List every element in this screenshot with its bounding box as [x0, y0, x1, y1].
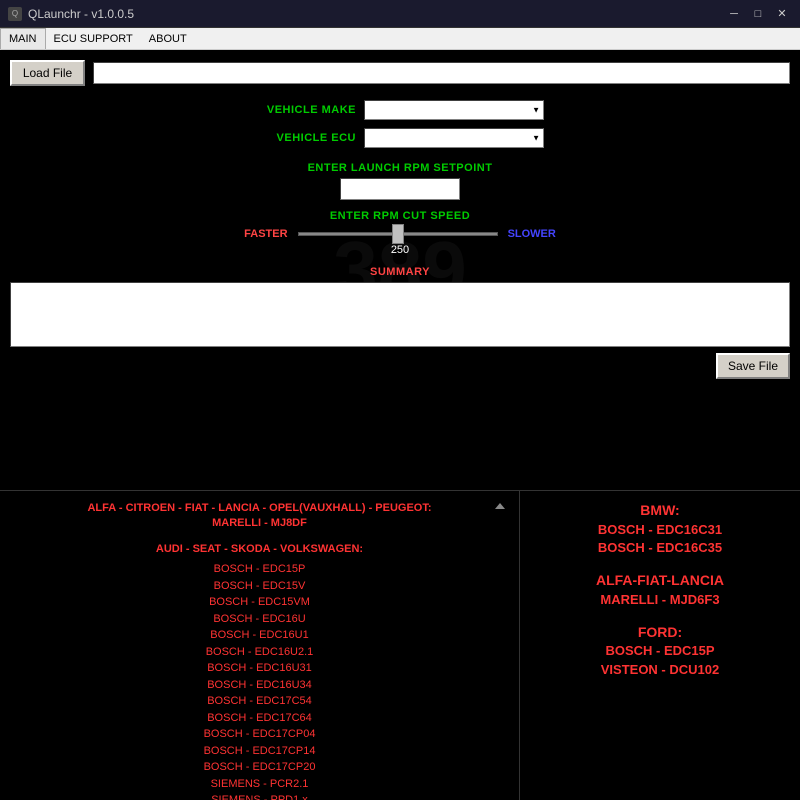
rpm-cut-speed-slider[interactable] — [298, 226, 498, 242]
list-item: SIEMENS - PCR2.1 — [8, 776, 511, 793]
menu-item-main[interactable]: MAIN — [0, 28, 46, 49]
maximize-button[interactable]: □ — [748, 6, 768, 22]
vehicle-ecu-row: VEHICLE ECU — [256, 128, 544, 148]
list-item: BOSCH - EDC17CP14 — [8, 743, 511, 760]
launch-rpm-section: ENTER LAUNCH RPM SETPOINT — [10, 162, 790, 200]
menu-item-ecu-support[interactable]: ECU SUPPORT — [46, 28, 141, 49]
load-file-button[interactable]: Load File — [10, 60, 85, 86]
top-row: Load File — [10, 60, 790, 86]
slider-slower-label: SLOWER — [508, 228, 556, 240]
minimize-button[interactable]: ─ — [724, 6, 744, 22]
ecu-right-panel: BMW: BOSCH - EDC16C31 BOSCH - EDC16C35 A… — [520, 491, 800, 800]
alfa-fiat-title: ALFA-FIAT-LANCIA — [528, 571, 792, 591]
slider-value: 250 — [391, 244, 409, 256]
list-item: BOSCH - EDC16U — [8, 611, 511, 628]
scroll-up-indicator — [495, 499, 505, 509]
title-bar-left: Q QLaunchr - v1.0.0.5 — [8, 7, 134, 21]
summary-section: SUMMARY — [10, 266, 790, 347]
ford-title: FORD: — [528, 623, 792, 643]
save-row: Save File — [10, 353, 790, 379]
list-item: BOSCH - EDC15VM — [8, 594, 511, 611]
window-controls: ─ □ ✕ — [724, 6, 792, 22]
vehicle-make-row: VEHICLE MAKE — [256, 100, 544, 120]
ford-group: FORD: BOSCH - EDC15P VISTEON - DCU102 — [528, 623, 792, 679]
ford-ecu-2: VISTEON - DCU102 — [528, 661, 792, 679]
list-item: BOSCH - EDC16U34 — [8, 677, 511, 694]
vehicle-ecu-select[interactable] — [364, 128, 544, 148]
vehicle-ecu-select-wrapper — [364, 128, 544, 148]
ford-ecu-1: BOSCH - EDC15P — [528, 642, 792, 660]
list-item: SIEMENS - PPD1.x — [8, 792, 511, 800]
alfa-fiat-group: ALFA-FIAT-LANCIA MARELLI - MJD6F3 — [528, 571, 792, 609]
bottom-panel: ALFA - CITROEN - FIAT - LANCIA - OPEL(VA… — [0, 490, 800, 800]
ecu-group-2-title: AUDI - SEAT - SKODA - VOLKSWAGEN: — [8, 542, 511, 557]
list-item: BOSCH - EDC17C54 — [8, 693, 511, 710]
vehicle-make-select-wrapper — [364, 100, 544, 120]
bmw-ecu-2: BOSCH - EDC16C35 — [528, 539, 792, 557]
rpm-cut-speed-label: ENTER RPM CUT SPEED — [330, 210, 470, 222]
slider-faster-label: FASTER — [244, 228, 287, 240]
list-item: BOSCH - EDC16U31 — [8, 660, 511, 677]
list-item: BOSCH - EDC15P — [8, 561, 511, 578]
vehicle-make-label: VEHICLE MAKE — [256, 104, 356, 116]
list-item: BOSCH - EDC16U2.1 — [8, 644, 511, 661]
rpm-cut-speed-section: ENTER RPM CUT SPEED FASTER SLOWER 250 — [10, 210, 790, 256]
bmw-ecu-1: BOSCH - EDC16C31 — [528, 521, 792, 539]
list-item: BOSCH - EDC17C64 — [8, 710, 511, 727]
app-title: QLaunchr - v1.0.0.5 — [28, 7, 134, 21]
ecu-left-panel[interactable]: ALFA - CITROEN - FIAT - LANCIA - OPEL(VA… — [0, 491, 520, 800]
close-button[interactable]: ✕ — [772, 6, 792, 22]
summary-box — [10, 282, 790, 347]
main-content: 389 Load File VEHICLE MAKE VEHICLE ECU E… — [0, 50, 800, 490]
alfa-fiat-ecu-1: MARELLI - MJD6F3 — [528, 591, 792, 609]
launch-rpm-input[interactable] — [340, 178, 460, 200]
list-item: BOSCH - EDC15V — [8, 578, 511, 595]
ecu-group-1-title: ALFA - CITROEN - FIAT - LANCIA - OPEL(VA… — [8, 501, 511, 532]
vehicle-fields: VEHICLE MAKE VEHICLE ECU — [10, 100, 790, 148]
title-bar: Q QLaunchr - v1.0.0.5 ─ □ ✕ — [0, 0, 800, 28]
slider-row: FASTER SLOWER — [244, 226, 556, 242]
vehicle-make-select[interactable] — [364, 100, 544, 120]
launch-rpm-label: ENTER LAUNCH RPM SETPOINT — [308, 162, 493, 174]
app-icon: Q — [8, 7, 22, 21]
menu-item-about[interactable]: ABOUT — [141, 28, 195, 49]
list-item: BOSCH - EDC17CP20 — [8, 759, 511, 776]
file-path-input[interactable] — [93, 62, 790, 84]
bmw-group: BMW: BOSCH - EDC16C31 BOSCH - EDC16C35 — [528, 501, 792, 557]
list-item: BOSCH - EDC16U1 — [8, 627, 511, 644]
save-file-button[interactable]: Save File — [716, 353, 790, 379]
vehicle-ecu-label: VEHICLE ECU — [256, 132, 356, 144]
bmw-title: BMW: — [528, 501, 792, 521]
summary-label: SUMMARY — [10, 266, 790, 278]
menu-bar: MAIN ECU SUPPORT ABOUT — [0, 28, 800, 50]
list-item: BOSCH - EDC17CP04 — [8, 726, 511, 743]
